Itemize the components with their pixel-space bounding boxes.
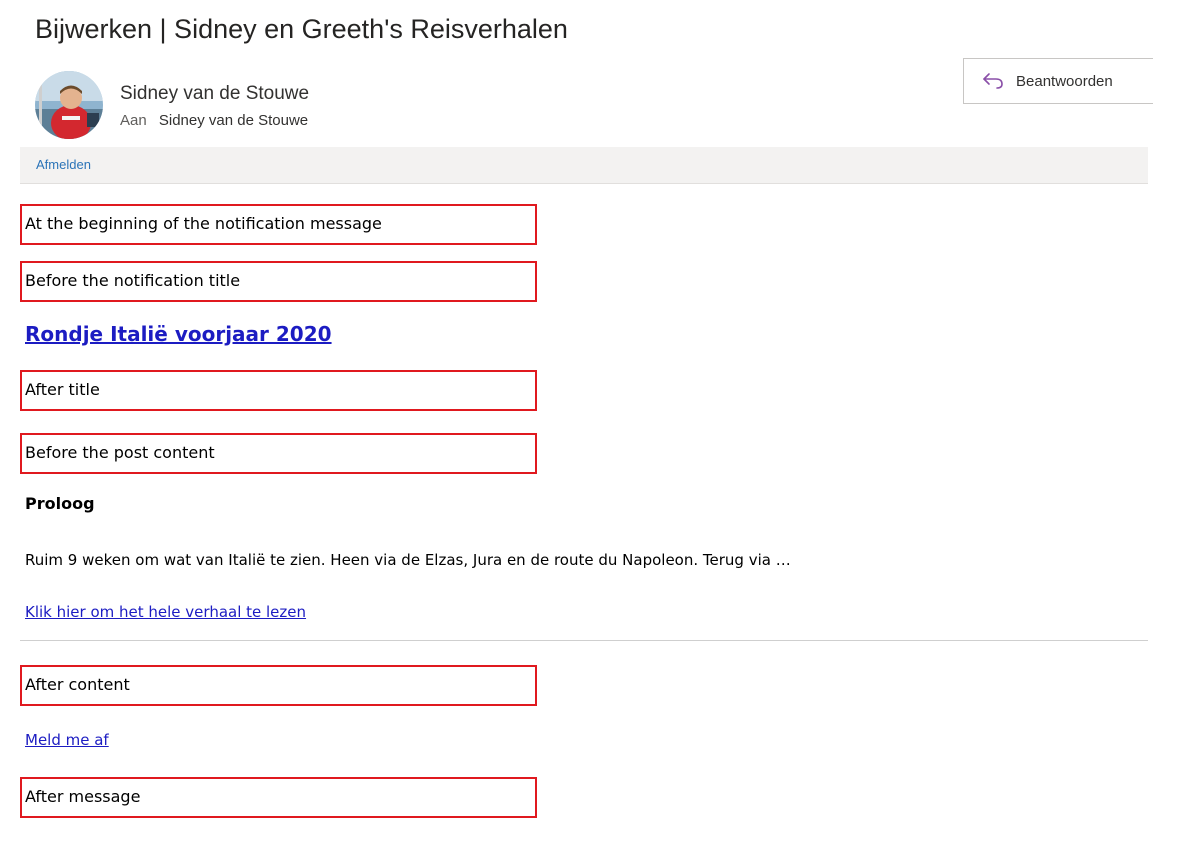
box-before-content: Before the post content <box>20 433 537 474</box>
sender-avatar[interactable] <box>35 71 103 139</box>
post-heading: Proloog <box>25 494 95 513</box>
read-more-link[interactable]: Klik hier om het hele verhaal te lezen <box>25 603 306 621</box>
recipient-line: Aan Sidney van de Stouwe <box>120 112 308 129</box>
box-after-message: After message <box>20 777 537 818</box>
box-after-content: After content <box>20 665 537 706</box>
recipient-name[interactable]: Sidney van de Stouwe <box>159 112 308 129</box>
unsubscribe-link[interactable]: Meld me af <box>25 731 109 749</box>
email-subject: Bijwerken | Sidney en Greeth's Reisverha… <box>35 14 568 44</box>
content-divider <box>20 640 1148 641</box>
avatar-photo <box>35 71 103 139</box>
post-excerpt: Ruim 9 weken om wat van Italië te zien. … <box>25 551 791 569</box>
sender-name[interactable]: Sidney van de Stouwe <box>120 83 309 105</box>
box-start-message: At the beginning of the notification mes… <box>20 204 537 245</box>
reply-arrow-icon <box>982 72 1004 90</box>
unsubscribe-bar-link[interactable]: Afmelden <box>36 157 91 172</box>
box-after-title: After title <box>20 370 537 411</box>
to-label: Aan <box>120 112 147 129</box>
unsubscribe-bar: Afmelden <box>20 147 1148 184</box>
reply-label: Beantwoorden <box>1016 72 1113 90</box>
box-before-title: Before the notification title <box>20 261 537 302</box>
reply-button[interactable]: Beantwoorden <box>963 58 1153 104</box>
post-title-link[interactable]: Rondje Italië voorjaar 2020 <box>25 322 332 346</box>
